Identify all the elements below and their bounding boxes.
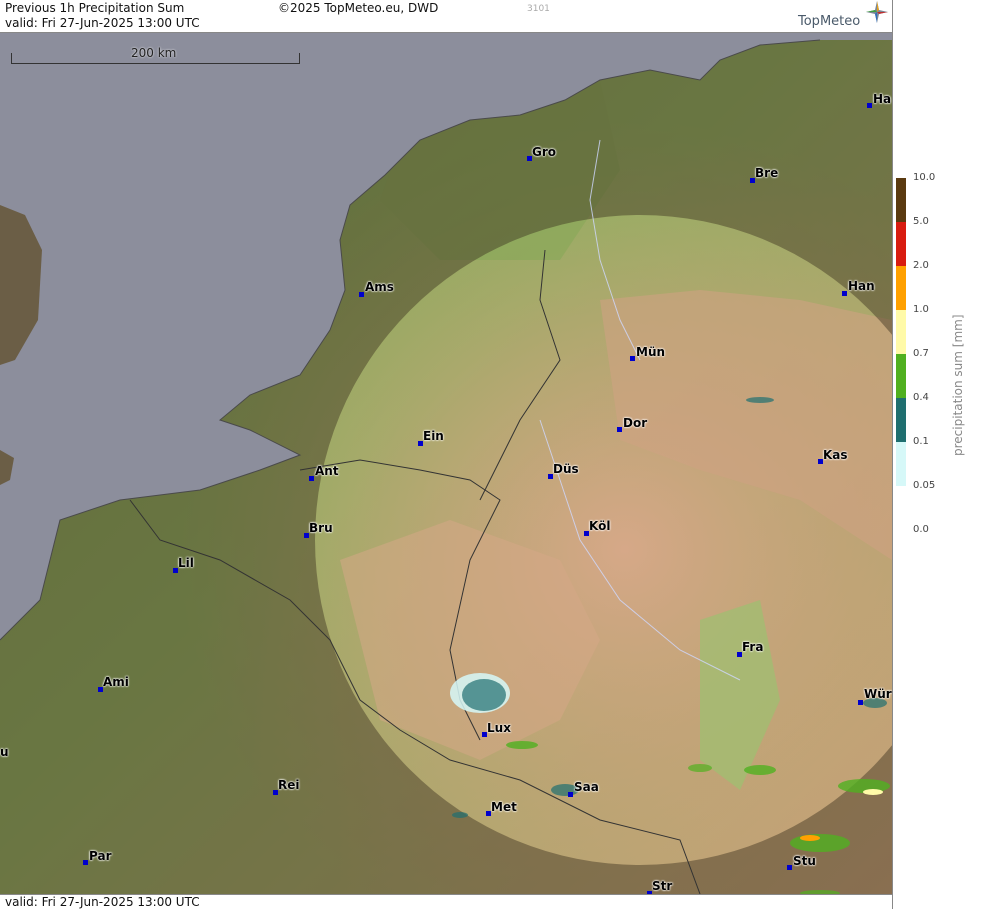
- legend-swatch-04: [896, 398, 906, 442]
- city-label-kol[interactable]: Köl: [589, 520, 610, 532]
- legend-label: 0.7: [913, 348, 929, 359]
- city-label-saa[interactable]: Saa: [574, 781, 599, 793]
- city-label-u[interactable]: u: [0, 746, 9, 758]
- legend-swatch-01: [896, 442, 906, 486]
- city-marker-ams: [359, 292, 364, 297]
- legend-label: 0.05: [913, 480, 936, 491]
- footer-valid-time: valid: Fri 27-Jun-2025 13:00 UTC: [5, 895, 200, 909]
- city-marker-wur: [858, 700, 863, 705]
- city-label-met[interactable]: Met: [491, 801, 517, 813]
- legend-swatch-10: [896, 178, 906, 222]
- map-footer: valid: Fri 27-Jun-2025 13:00 UTC: [0, 894, 892, 910]
- city-label-bru[interactable]: Bru: [309, 522, 333, 534]
- city-label-ams[interactable]: Ams: [365, 281, 394, 293]
- city-label-ant[interactable]: Ant: [315, 465, 339, 477]
- legend-label: 0.4: [913, 392, 929, 403]
- city-marker-dor: [617, 427, 622, 432]
- legend-label: 0.1: [913, 436, 929, 447]
- city-label-fra[interactable]: Fra: [742, 641, 763, 653]
- city-label-ami[interactable]: Ami: [103, 676, 129, 688]
- city-label-rei[interactable]: Rei: [278, 779, 300, 791]
- city-label-stu[interactable]: Stu: [793, 855, 816, 867]
- legend-label: 10.0: [913, 172, 936, 183]
- city-label-wur[interactable]: Wür: [864, 688, 892, 700]
- city-label-kas[interactable]: Kas: [823, 449, 848, 461]
- city-label-dor[interactable]: Dor: [623, 417, 647, 429]
- scale-bar-label: 200 km: [131, 46, 177, 60]
- city-marker-saa: [568, 792, 573, 797]
- legend-swatch-07: [896, 354, 906, 398]
- legend-swatch-2: [896, 266, 906, 310]
- city-marker-stu: [787, 865, 792, 870]
- copyright: ©2025 TopMeteo.eu, DWD: [278, 1, 439, 15]
- city-label-lil[interactable]: Lil: [178, 557, 194, 569]
- legend-swatch-5: [896, 222, 906, 266]
- brand-name: TopMeteo: [798, 14, 861, 29]
- legend-label: 5.0: [913, 216, 929, 227]
- city-label-han[interactable]: Han: [848, 280, 875, 292]
- map-header: Previous 1h Precipitation Sum valid: Fri…: [0, 0, 892, 33]
- compass-star-icon: [866, 1, 888, 23]
- legend-title-text: precipitation sum [mm]: [951, 314, 965, 456]
- city-label-lux[interactable]: Lux: [487, 722, 511, 734]
- product-code: 3101: [527, 4, 550, 14]
- city-label-str[interactable]: Str: [652, 880, 672, 892]
- city-marker-han: [842, 291, 847, 296]
- city-marker-ant: [309, 476, 314, 481]
- city-label-ha[interactable]: Ha: [873, 93, 891, 105]
- precipitation-map[interactable]: 200 km Ha Gro Bre Ams Han Mün Dor Ein Ka…: [0, 33, 892, 894]
- city-marker-ha: [867, 103, 872, 108]
- legend-label: 2.0: [913, 260, 929, 271]
- city-marker-par: [83, 860, 88, 865]
- city-label-mun[interactable]: Mün: [636, 346, 665, 358]
- product-title: Previous 1h Precipitation Sum: [5, 1, 185, 15]
- map-background: [0, 33, 892, 894]
- city-label-bre[interactable]: Bre: [755, 167, 778, 179]
- city-label-ein[interactable]: Ein: [423, 430, 444, 442]
- city-marker-mun: [630, 356, 635, 361]
- valid-time: valid: Fri 27-Jun-2025 13:00 UTC: [5, 16, 200, 30]
- city-label-gro[interactable]: Gro: [532, 146, 556, 158]
- legend-label: 1.0: [913, 304, 929, 315]
- precipitation-legend: 10.0 5.0 2.0 1.0 0.7 0.4 0.1 0.05 0.0: [892, 0, 983, 909]
- legend-swatch-1: [896, 310, 906, 354]
- city-label-dus[interactable]: Düs: [553, 463, 579, 475]
- city-label-par[interactable]: Par: [89, 850, 112, 862]
- legend-label: 0.0: [913, 524, 929, 535]
